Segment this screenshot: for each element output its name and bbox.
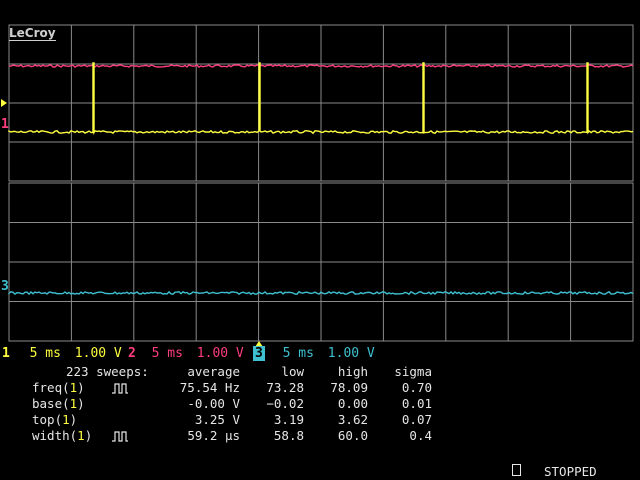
measurement-sigma: 0.4 [409,428,432,443]
measurement-low: 58.8 [273,428,304,443]
pulse-icon [112,383,128,394]
channel-2-timebase: 5 ms [151,346,183,361]
measurement-channel: 1 [62,412,70,427]
header-high: high [337,364,368,379]
measurement-panel: 223 sweeps: average low high sigma freq(… [0,364,640,444]
channel-3-volts: 1.00 V [327,346,375,361]
measurement-average: 75.54 Hz [179,380,240,395]
measurement-name: freq(1) [32,380,85,395]
measurement-average: 59.2 µs [187,428,240,443]
measurement-channel: 1 [77,428,85,443]
measurement-row[interactable]: freq(1) 75.54 Hz 73.28 78.09 0.70 [0,380,640,396]
channel-3-number: 3 [253,346,265,361]
grid-upper [8,24,634,182]
measurement-low: 3.19 [273,412,304,427]
channel-2-status[interactable]: 2 5 ms 1.00 V [126,346,244,361]
grid-lower [8,182,634,342]
stop-indicator-icon [512,464,521,476]
header-average: average [187,364,240,379]
measurement-row[interactable]: top(1) 3.25 V 3.19 3.62 0.07 [0,412,640,428]
channel-3-timebase: 5 ms [282,346,314,361]
channel-2-number: 2 [128,346,136,361]
measurement-low: 73.28 [266,380,304,395]
header-low: low [281,364,304,379]
measurement-average: -0.00 V [187,396,240,411]
measurement-high: 3.62 [337,412,368,427]
channel-1-timebase: 5 ms [29,346,61,361]
measurement-sigma: 0.07 [401,412,432,427]
measurement-row[interactable]: width(1) 59.2 µs 58.8 60.0 0.4 [0,428,640,444]
measurement-average: 3.25 V [194,412,240,427]
acquisition-status: STOPPED [544,464,597,479]
channel-1-status[interactable]: 1 5 ms 1.00 V [0,346,122,361]
measurement-name: width(1) [32,428,93,443]
measurement-name: top(1) [32,412,78,427]
measurement-name: base(1) [32,396,85,411]
measurement-row[interactable]: base(1) -0.00 V −0.02 0.00 0.01 [0,396,640,412]
channel-1-number: 1 [2,346,10,361]
channel-2-volts: 1.00 V [196,346,244,361]
measurement-low: −0.02 [266,396,304,411]
sweeps-label: 223 sweeps: [66,364,149,379]
pulse-icon [112,431,128,442]
measurement-high: 60.0 [337,428,368,443]
measurement-header: 223 sweeps: average low high sigma [0,364,640,380]
channel-3-status[interactable]: 3 5 ms 1.00 V [253,346,375,361]
measurement-sigma: 0.01 [401,396,432,411]
trace-marker-ch1[interactable]: 1 [1,117,9,132]
measurement-high: 0.00 [337,396,368,411]
trace-marker-ch3[interactable]: 3 [1,279,9,294]
trigger-level-marker[interactable] [1,99,7,107]
measurement-sigma: 0.70 [401,380,432,395]
channel-status-bar: 1 5 ms 1.00 V 2 5 ms 1.00 V 3 5 ms 1.00 … [0,346,640,364]
brand-logo: LeCroy [9,26,56,41]
channel-1-volts: 1.00 V [74,346,122,361]
header-sigma: sigma [394,364,432,379]
measurement-high: 78.09 [330,380,368,395]
